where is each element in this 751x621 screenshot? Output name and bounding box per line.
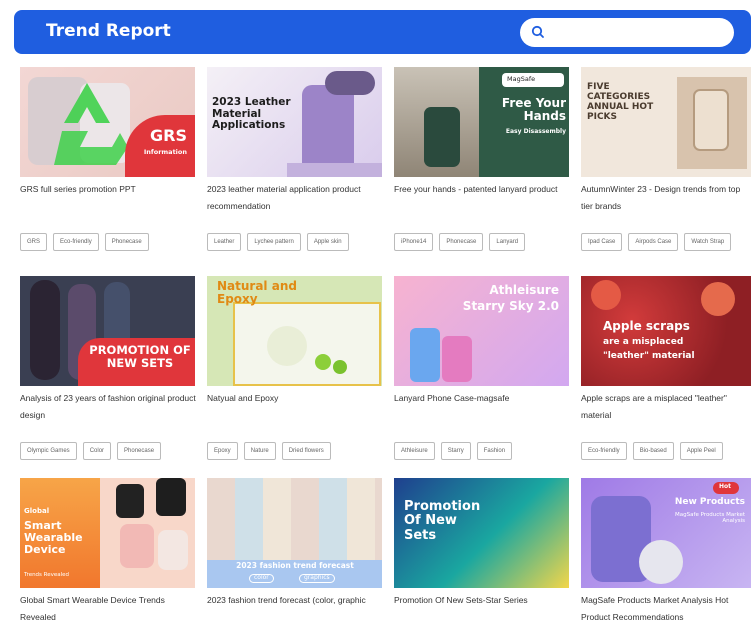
thumb-headline: Smart Wearable Device (24, 519, 83, 557)
thumb-subline: are a misplaced (603, 337, 684, 347)
tag-list: Athleisure Starry Fashion (394, 442, 572, 460)
thumb-headline: Apple scraps (603, 319, 690, 333)
card-title[interactable]: Natyual and Epoxy (207, 390, 385, 424)
thumb-kicker: Global (24, 507, 50, 515)
thumb-subline: Trends Revealed (24, 572, 70, 578)
card-thumbnail[interactable]: Hot New Products MagSafe Products Market… (581, 478, 751, 588)
card-thumbnail[interactable]: 2023 fashion trend forecast color graphi… (207, 478, 382, 588)
tag-chip[interactable]: iPhone14 (394, 233, 434, 251)
card-title[interactable]: 2023 leather material application produc… (207, 181, 385, 215)
card-thumbnail[interactable]: Global Smart Wearable Device Trends Reve… (20, 478, 195, 588)
thumb-headline: Free Your Hands (501, 96, 566, 124)
thumb-subline: Easy Disassembly (505, 128, 566, 135)
card-thumbnail[interactable]: 2023 Leather Material Applications (207, 67, 382, 177)
tag-list: Eco-friendly Bio-based Apple Peel (581, 442, 751, 460)
card-title[interactable]: MagSafe Products Market Analysis Hot Pro… (581, 592, 751, 621)
report-card[interactable]: Natural and Epoxy Natyual and Epoxy Epox… (207, 276, 385, 460)
report-card[interactable]: Global Smart Wearable Device Trends Reve… (20, 478, 198, 621)
thumb-headline: Natural and Epoxy (217, 279, 297, 307)
report-card[interactable]: FIVE CATEGORIES ANNUAL HOT PICKS AutumnW… (581, 67, 751, 251)
card-thumbnail[interactable]: GRS Information (20, 67, 195, 177)
thumb-headline: 2023 fashion trend forecast (236, 561, 354, 570)
card-title[interactable]: Lanyard Phone Case-magsafe (394, 390, 572, 424)
tag-chip[interactable]: Epoxy (207, 442, 238, 460)
thumb-headline: 2023 Leather Material Applications (212, 96, 291, 132)
tag-chip[interactable]: Airpods Case (628, 233, 679, 251)
tag-chip[interactable]: Eco-friendly (53, 233, 99, 251)
card-title[interactable]: Analysis of 23 years of fashion original… (20, 390, 198, 424)
thumb-subline: "leather" material (603, 351, 695, 361)
tag-list: Epoxy Nature Dried flowers (207, 442, 385, 460)
report-grid: GRS Information GRS full series promotio… (0, 0, 751, 621)
tag-chip[interactable]: GRS (20, 233, 48, 251)
report-card[interactable]: Apple scraps are a misplaced "leather" m… (581, 276, 751, 460)
tag-list: GRS Eco-friendly Phonecase (20, 233, 198, 251)
tag-chip[interactable]: Olympic Games (20, 442, 77, 460)
card-thumbnail[interactable]: Natural and Epoxy (207, 276, 382, 386)
card-thumbnail[interactable]: MagSafe Free Your Hands Easy Disassembly (394, 67, 569, 177)
tag-chip[interactable]: Apple Peel (679, 442, 723, 460)
report-card[interactable]: GRS Information GRS full series promotio… (20, 67, 198, 251)
thumb-subline: MagSafe Products Market Analysis (675, 512, 745, 525)
thumb-subline: Starry Sky 2.0 (462, 299, 559, 313)
report-card[interactable]: Hot New Products MagSafe Products Market… (581, 478, 751, 621)
report-card[interactable]: 2023 Leather Material Applications 2023 … (207, 67, 385, 251)
card-thumbnail[interactable]: PROMOTION OF NEW SETS (20, 276, 195, 386)
tag-chip[interactable]: Starry (440, 442, 471, 460)
tag-chip[interactable]: Bio-based (632, 442, 674, 460)
tag-chip[interactable]: Phonecase (117, 442, 162, 460)
tag-list: Olympic Games Color Phonecase (20, 442, 198, 460)
tag-chip[interactable]: Dried flowers (281, 442, 331, 460)
card-title[interactable]: Free your hands - patented lanyard produ… (394, 181, 572, 215)
tag-chip[interactable]: Phonecase (439, 233, 484, 251)
report-card[interactable]: PROMOTION OF NEW SETS Analysis of 23 yea… (20, 276, 198, 460)
hot-badge: Hot (718, 483, 731, 490)
card-thumbnail[interactable]: Apple scraps are a misplaced "leather" m… (581, 276, 751, 386)
card-thumbnail[interactable]: Athleisure Starry Sky 2.0 (394, 276, 569, 386)
tag-list: Leather Lychee pattern Apple skin (207, 233, 385, 251)
tag-chip[interactable]: Eco-friendly (581, 442, 627, 460)
tag-list: iPhone14 Phonecase Lanyard (394, 233, 572, 251)
card-thumbnail[interactable]: FIVE CATEGORIES ANNUAL HOT PICKS (581, 67, 751, 177)
thumb-headline: FIVE CATEGORIES ANNUAL HOT PICKS (587, 82, 654, 122)
report-card[interactable]: Promotion Of New Sets Promotion Of New S… (394, 478, 572, 621)
tag-chip[interactable]: Nature (243, 442, 276, 460)
tag-chip[interactable]: Ipad Case (581, 233, 623, 251)
card-title[interactable]: 2023 fashion trend forecast (color, grap… (207, 592, 385, 621)
tag-chip[interactable]: Lychee pattern (247, 233, 301, 251)
thumb-tag: graphics (299, 574, 335, 583)
report-card[interactable]: 2023 fashion trend forecast color graphi… (207, 478, 385, 621)
tag-chip[interactable]: Watch Strap (684, 233, 732, 251)
thumb-headline: PROMOTION OF NEW SETS (89, 343, 191, 370)
thumb-headline: GRS (150, 126, 187, 145)
thumb-headline: New Products (674, 497, 745, 507)
tag-chip[interactable]: Leather (207, 233, 242, 251)
thumb-tag: color (249, 574, 274, 583)
card-title[interactable]: GRS full series promotion PPT (20, 181, 198, 215)
tag-chip[interactable]: Athleisure (394, 442, 435, 460)
tag-chip[interactable]: Color (82, 442, 112, 460)
card-title[interactable]: AutumnWinter 23 - Design trends from top… (581, 181, 751, 215)
thumb-subline: Information (143, 148, 187, 156)
card-thumbnail[interactable]: Promotion Of New Sets (394, 478, 569, 588)
tag-list: Ipad Case Airpods Case Watch Strap (581, 233, 751, 251)
card-title[interactable]: Promotion Of New Sets-Star Series (394, 592, 572, 621)
card-title[interactable]: Global Smart Wearable Device Trends Reve… (20, 592, 198, 621)
magsafe-badge: MagSafe (507, 75, 536, 83)
recycle-icon (54, 83, 128, 165)
thumb-headline: Athleisure (489, 283, 559, 297)
tag-chip[interactable]: Phonecase (104, 233, 149, 251)
tag-chip[interactable]: Fashion (476, 442, 513, 460)
thumb-headline: Promotion Of New Sets (404, 499, 481, 543)
report-card[interactable]: MagSafe Free Your Hands Easy Disassembly… (394, 67, 572, 251)
tag-chip[interactable]: Apple skin (306, 233, 349, 251)
card-title[interactable]: Apple scraps are a misplaced "leather" m… (581, 390, 751, 424)
tag-chip[interactable]: Lanyard (489, 233, 526, 251)
report-card[interactable]: Athleisure Starry Sky 2.0 Lanyard Phone … (394, 276, 572, 460)
